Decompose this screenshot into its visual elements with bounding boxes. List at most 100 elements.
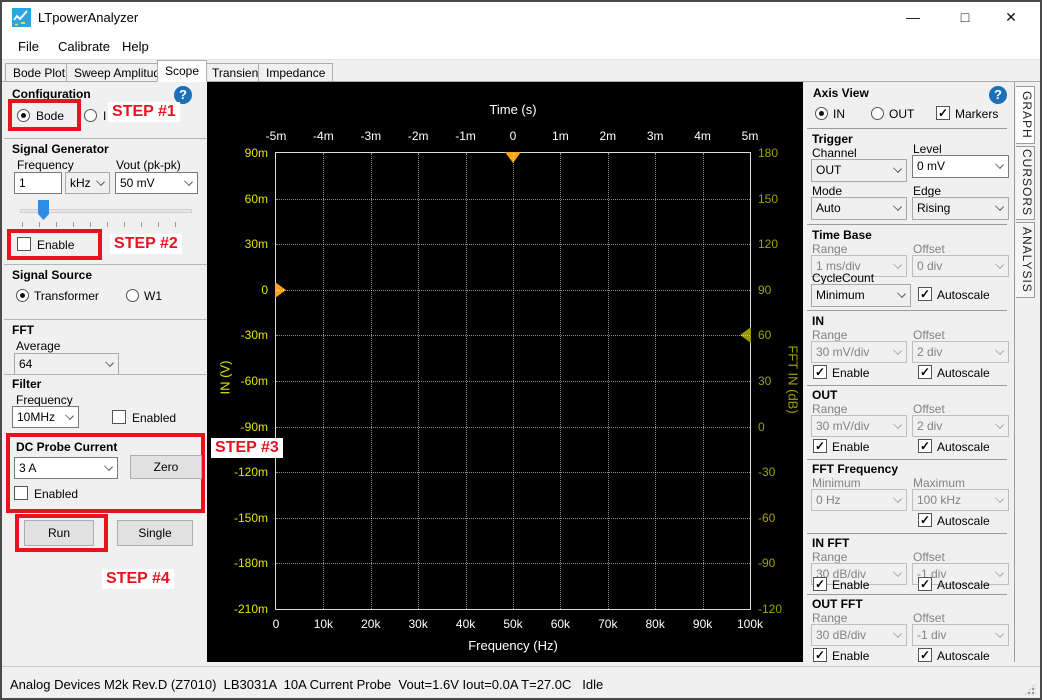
help-icon[interactable]: ? [989, 86, 1007, 104]
fft-maximum-label: Maximum [913, 476, 965, 490]
chevron-down-icon [104, 462, 113, 471]
chevron-down-icon [893, 260, 902, 269]
menu-calibrate[interactable]: Calibrate [58, 39, 110, 54]
resize-grip[interactable] [1023, 683, 1036, 696]
in-enable-checkbox[interactable] [813, 365, 827, 379]
plot-box: -5m-4m-3m-2m-1m01m2m3m4m5m010k20k30k40k5… [275, 152, 751, 610]
markers-label: Markers [955, 107, 998, 121]
trigger-edge-select[interactable]: Rising [912, 197, 1009, 220]
in-tick-label: -30m [241, 328, 268, 342]
out-fft-enable-checkbox[interactable] [813, 648, 827, 662]
trigger-channel-label: Channel [812, 146, 857, 160]
out-fft-offset-select[interactable]: -1 div [912, 624, 1009, 646]
tab-impedance[interactable]: Impedance [258, 63, 333, 82]
fft-average-select[interactable]: 64 [14, 353, 119, 375]
close-button[interactable]: ✕ [988, 2, 1034, 33]
trigger-channel-select[interactable]: OUT [811, 159, 907, 182]
in-fft-title: IN FFT [812, 536, 849, 550]
amplitude-slider-ticks [22, 222, 192, 227]
tab-cursors[interactable]: CURSORS [1016, 146, 1035, 220]
frequency-tick-label: 60k [551, 617, 570, 631]
out-fft-autoscale-checkbox[interactable] [918, 648, 932, 662]
time-base-offset-select[interactable]: 0 div [912, 255, 1009, 277]
time-base-autoscale-checkbox[interactable] [918, 287, 932, 301]
second-config-radio[interactable] [84, 109, 97, 122]
chevron-down-icon [65, 411, 74, 420]
in-tick-label: 90m [245, 146, 268, 160]
filter-frequency-select[interactable]: 10MHz [12, 406, 79, 428]
trigger-mode-select[interactable]: Auto [811, 197, 907, 220]
time-tick-label: 1m [552, 129, 569, 143]
in-axis-title: IN (V) [218, 348, 233, 408]
second-config-label: I [103, 109, 106, 123]
fft-maximum-select[interactable]: 100 kHz [912, 489, 1009, 511]
time-tick-label: -1m [455, 129, 476, 143]
out-fft-range-label: Range [812, 611, 847, 625]
out-fft-range-select[interactable]: 30 dB/div [811, 624, 907, 646]
markers-checkbox[interactable] [936, 106, 950, 120]
tab-graph[interactable]: GRAPH [1016, 86, 1035, 144]
filter-enabled-checkbox[interactable] [112, 410, 126, 424]
in-offset-select[interactable]: 2 div [912, 341, 1009, 363]
in-fft-autoscale-checkbox[interactable] [918, 577, 932, 591]
sg-vout-select[interactable]: 50 mV [115, 172, 198, 194]
in-enable-label: Enable [832, 366, 869, 380]
chevron-down-icon [893, 629, 902, 638]
chevron-down-icon [893, 346, 902, 355]
axis-view-in-radio[interactable] [815, 107, 828, 120]
chevron-down-icon [105, 358, 114, 367]
out-fft-enable-label: Enable [832, 649, 869, 663]
fft-tick-label: 150 [758, 192, 778, 206]
in-autoscale-checkbox[interactable] [918, 365, 932, 379]
in-fft-enable-checkbox[interactable] [813, 577, 827, 591]
grid-line-horizontal [276, 427, 750, 428]
tab-bode-plot[interactable]: Bode Plot [5, 63, 73, 82]
trigger-level-select[interactable]: 0 mV [912, 155, 1009, 178]
out-range-select[interactable]: 30 mV/div [811, 415, 907, 437]
zero-button[interactable]: Zero [130, 455, 202, 479]
grid-line-horizontal [276, 472, 750, 473]
dc-probe-current-select[interactable]: 3 A [14, 457, 118, 479]
in-autoscale-label: Autoscale [937, 366, 990, 380]
grid-line-horizontal [276, 518, 750, 519]
maximize-button[interactable]: □ [942, 2, 988, 33]
axis-view-in-label: IN [833, 107, 845, 121]
w1-radio[interactable] [126, 289, 139, 302]
menu-file[interactable]: File [18, 39, 39, 54]
fft-frequency-autoscale-checkbox[interactable] [918, 513, 932, 527]
tab-analysis[interactable]: ANALYSIS [1016, 222, 1035, 298]
title-bar: LTpowerAnalyzer — □ ✕ [2, 2, 1040, 33]
fft-minimum-select[interactable]: 0 Hz [811, 489, 907, 511]
tab-scope[interactable]: Scope [157, 60, 207, 82]
time-axis-title: Time (s) [275, 102, 751, 117]
step3-annotation: STEP #3 [211, 438, 283, 458]
dc-probe-title: DC Probe Current [16, 440, 117, 454]
single-button[interactable]: Single [117, 520, 193, 546]
step1-annotation: STEP #1 [108, 102, 180, 122]
out-offset-label: Offset [913, 402, 945, 416]
out-offset-select[interactable]: 2 div [912, 415, 1009, 437]
chevron-down-icon [995, 420, 1004, 429]
minimize-button[interactable]: — [890, 2, 936, 33]
out-enable-checkbox[interactable] [813, 439, 827, 453]
in-range-select[interactable]: 30 mV/div [811, 341, 907, 363]
chevron-down-icon [893, 164, 902, 173]
sg-frequency-input[interactable]: 1 [14, 172, 62, 194]
trigger-mode-label: Mode [812, 184, 842, 198]
out-autoscale-checkbox[interactable] [918, 439, 932, 453]
left-control-panel: Configuration ? Bode I STEP #1 Signal Ge… [4, 82, 207, 662]
dc-probe-enabled-checkbox[interactable] [14, 486, 28, 500]
side-tab-strip: GRAPH CURSORS ANALYSIS [1014, 82, 1035, 662]
w1-radio-label: W1 [144, 289, 162, 303]
sg-frequency-unit-select[interactable]: kHz [65, 172, 110, 194]
menu-help[interactable]: Help [122, 39, 149, 54]
in-tick-label: 0 [261, 283, 268, 297]
chevron-down-icon [893, 202, 902, 211]
axis-view-out-radio[interactable] [871, 107, 884, 120]
out-section-title: OUT [812, 388, 837, 402]
cyclecount-select[interactable]: Minimum [811, 284, 911, 307]
run-button[interactable]: Run [24, 520, 94, 546]
transformer-radio[interactable] [16, 289, 29, 302]
in-fft-autoscale-label: Autoscale [937, 578, 990, 592]
amplitude-slider-thumb[interactable] [38, 200, 49, 220]
